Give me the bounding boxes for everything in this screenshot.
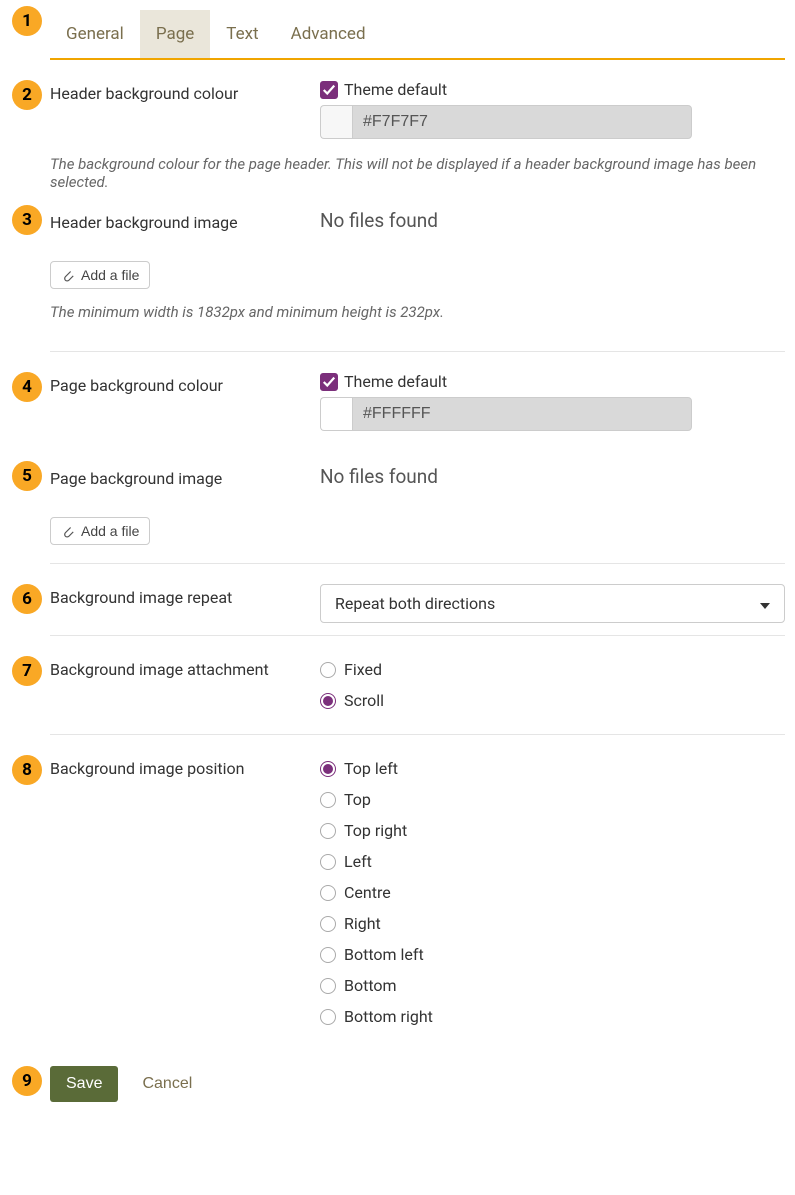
annotation-marker-6: 6 — [12, 584, 42, 614]
theme-default-label: Theme default — [344, 372, 447, 391]
radio-icon — [320, 761, 336, 777]
bg-position-option-bottom-right[interactable]: Bottom right — [320, 1007, 785, 1026]
bg-position-option-left[interactable]: Left — [320, 852, 785, 871]
add-file-page-button[interactable]: Add a file — [50, 517, 150, 545]
radio-icon — [320, 978, 336, 994]
radio-icon — [320, 947, 336, 963]
paperclip-icon — [61, 524, 75, 538]
bg-repeat-selected: Repeat both directions — [335, 594, 495, 613]
bg-position-option-top[interactable]: Top — [320, 790, 785, 809]
bg-position-option-top-right[interactable]: Top right — [320, 821, 785, 840]
bg-position-label: Background image position — [50, 755, 320, 778]
cancel-button[interactable]: Cancel — [136, 1074, 198, 1094]
divider — [50, 563, 785, 564]
header-bg-colour-theme-default-checkbox[interactable] — [320, 81, 338, 99]
tab-bar: General Page Text Advanced — [50, 10, 785, 60]
radio-label: Scroll — [344, 691, 384, 710]
bg-position-option-centre[interactable]: Centre — [320, 883, 785, 902]
add-file-header-button[interactable]: Add a file — [50, 261, 150, 289]
page-bg-colour-swatch[interactable] — [320, 397, 352, 431]
tab-page[interactable]: Page — [140, 10, 210, 58]
radio-label: Right — [344, 914, 381, 933]
page-bg-image-status: No files found — [320, 465, 785, 488]
header-bg-colour-input[interactable] — [352, 105, 692, 139]
page-bg-colour-theme-default-checkbox[interactable] — [320, 373, 338, 391]
radio-label: Bottom right — [344, 1007, 433, 1026]
radio-label: Bottom left — [344, 945, 424, 964]
divider — [50, 734, 785, 735]
page-bg-image-label: Page background image — [50, 465, 320, 488]
radio-label: Fixed — [344, 660, 382, 679]
radio-icon — [320, 916, 336, 932]
header-bg-colour-label: Header background colour — [50, 80, 320, 103]
annotation-marker-4: 4 — [12, 372, 42, 402]
radio-icon — [320, 662, 336, 678]
divider — [50, 635, 785, 636]
radio-icon — [320, 1009, 336, 1025]
save-button[interactable]: Save — [50, 1066, 118, 1102]
annotation-marker-7: 7 — [12, 656, 42, 686]
tab-general[interactable]: General — [50, 10, 140, 58]
radio-label: Bottom — [344, 976, 397, 995]
bg-position-option-bottom[interactable]: Bottom — [320, 976, 785, 995]
chevron-down-icon — [760, 594, 770, 613]
radio-label: Centre — [344, 883, 391, 902]
paperclip-icon — [61, 268, 75, 282]
annotation-marker-5: 5 — [12, 461, 42, 491]
radio-label: Left — [344, 852, 372, 871]
bg-attachment-option-fixed[interactable]: Fixed — [320, 660, 785, 679]
header-bg-colour-help: The background colour for the page heade… — [0, 147, 795, 209]
radio-label: Top right — [344, 821, 407, 840]
check-icon — [322, 375, 336, 389]
bg-repeat-select[interactable]: Repeat both directions — [320, 584, 785, 623]
tab-text[interactable]: Text — [210, 10, 274, 58]
bg-position-option-right[interactable]: Right — [320, 914, 785, 933]
page-bg-colour-input[interactable] — [352, 397, 692, 431]
radio-icon — [320, 885, 336, 901]
add-file-label: Add a file — [81, 523, 139, 539]
header-bg-colour-swatch[interactable] — [320, 105, 352, 139]
annotation-marker-3: 3 — [12, 205, 42, 235]
annotation-marker-9: 9 — [12, 1066, 42, 1096]
bg-attachment-option-scroll[interactable]: Scroll — [320, 691, 785, 710]
annotation-marker-1: 1 — [12, 6, 42, 36]
header-bg-image-label: Header background image — [50, 209, 320, 232]
radio-icon — [320, 792, 336, 808]
bg-position-option-top-left[interactable]: Top left — [320, 759, 785, 778]
header-bg-image-help: The minimum width is 1832px and minimum … — [0, 295, 795, 339]
check-icon — [322, 83, 336, 97]
add-file-label: Add a file — [81, 267, 139, 283]
radio-label: Top — [344, 790, 371, 809]
tab-advanced[interactable]: Advanced — [275, 10, 382, 58]
annotation-marker-8: 8 — [12, 755, 42, 785]
theme-default-label: Theme default — [344, 80, 447, 99]
bg-position-option-bottom-left[interactable]: Bottom left — [320, 945, 785, 964]
radio-icon — [320, 823, 336, 839]
page-bg-colour-label: Page background colour — [50, 372, 320, 395]
bg-repeat-label: Background image repeat — [50, 584, 320, 607]
bg-attachment-label: Background image attachment — [50, 656, 320, 679]
divider — [50, 351, 785, 352]
header-bg-image-status: No files found — [320, 209, 785, 232]
annotation-marker-2: 2 — [12, 80, 42, 110]
radio-label: Top left — [344, 759, 398, 778]
radio-icon — [320, 854, 336, 870]
radio-icon — [320, 693, 336, 709]
